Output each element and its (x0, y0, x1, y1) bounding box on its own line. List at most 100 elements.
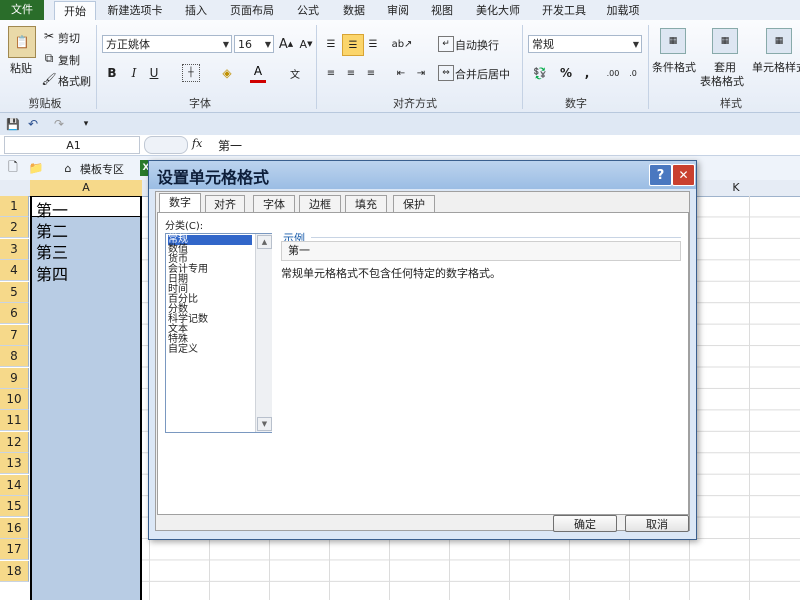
align-center-icon[interactable]: ≡ (342, 64, 360, 82)
cell-a4[interactable]: 第四 (36, 261, 68, 285)
tab-font[interactable]: 字体 (253, 195, 295, 212)
copy-icon[interactable]: ⧉ (42, 51, 56, 65)
close-icon[interactable]: ✕ (672, 164, 695, 186)
category-list[interactable]: 常规 数值 货币 会计专用 日期 时间 百分比 分数 科学记数 文本 特殊 自定… (165, 233, 272, 433)
row-header[interactable]: 16 (0, 517, 29, 539)
table-format-icon[interactable]: ▦ (712, 28, 738, 54)
wrap-text-icon[interactable]: ↵ (438, 36, 454, 52)
insert-function-button[interactable]: fx (192, 137, 202, 150)
save-icon[interactable]: 💾 (6, 117, 20, 131)
row-header[interactable]: 13 (0, 453, 29, 475)
fill-color-icon[interactable]: ◈ (218, 64, 236, 82)
cut-button[interactable]: 剪切 (58, 30, 80, 46)
row-header[interactable]: 11 (0, 410, 29, 432)
row-header[interactable]: 5 (0, 281, 29, 303)
help-button[interactable]: ? (649, 164, 672, 186)
cell-styles-icon[interactable]: ▦ (766, 28, 792, 54)
underline-button[interactable]: U (146, 64, 162, 82)
tab-file[interactable]: 文件 (0, 0, 44, 20)
tab-insert[interactable]: 插入 (178, 1, 214, 20)
ok-button[interactable]: 确定 (553, 515, 617, 532)
row-header[interactable]: 14 (0, 474, 29, 496)
category-scrollbar[interactable]: ▲ ▼ (255, 234, 272, 432)
row-header[interactable]: 18 (0, 560, 29, 582)
orientation-icon[interactable]: ab↗ (392, 35, 413, 53)
table-format-label-2[interactable]: 表格格式 (700, 73, 744, 89)
align-left-icon[interactable]: ≡ (322, 64, 340, 82)
merge-center-icon[interactable]: ⇔ (438, 65, 454, 81)
tab-developer[interactable]: 开发工具 (536, 1, 592, 20)
category-item[interactable]: 自定义 (168, 345, 198, 355)
number-format-select[interactable]: 常规 ▼ (528, 35, 642, 53)
tab-new[interactable]: 新建选项卡 (100, 1, 170, 20)
row-header[interactable]: 10 (0, 389, 29, 410)
redo-icon[interactable]: ↷ (52, 117, 66, 131)
tab-formulas[interactable]: 公式 (290, 1, 326, 20)
undo-icon[interactable]: ↶ (26, 117, 40, 131)
copy-button[interactable]: 复制 (58, 52, 80, 68)
wrap-text-button[interactable]: 自动换行 (455, 37, 499, 53)
cell-a3[interactable]: 第三 (36, 239, 68, 263)
bold-button[interactable]: B (104, 64, 120, 82)
name-box[interactable]: A1 (4, 136, 140, 154)
align-bottom-icon[interactable]: ☰ (364, 35, 382, 53)
tab-review[interactable]: 审阅 (380, 1, 416, 20)
formula-input[interactable]: 第一 (218, 137, 242, 154)
comma-button[interactable]: , (580, 64, 594, 82)
row-header[interactable]: 1 (0, 196, 29, 217)
row-header[interactable]: 8 (0, 346, 29, 368)
paste-button[interactable]: 粘贴 (10, 60, 32, 76)
currency-icon[interactable]: 💱 (530, 64, 550, 82)
grow-font-icon[interactable]: A ▲ (278, 35, 294, 53)
new-file-icon[interactable]: 🗋 (6, 160, 20, 176)
tab-data[interactable]: 数据 (336, 1, 372, 20)
decrease-indent-icon[interactable]: ⇤ (392, 64, 410, 82)
customize-qat-icon[interactable]: ▾ (80, 117, 92, 131)
tab-view[interactable]: 视图 (424, 1, 460, 20)
row-header[interactable]: 7 (0, 324, 29, 346)
format-painter-icon[interactable]: 🖌 (41, 72, 56, 86)
tab-number[interactable]: 数字 (159, 193, 201, 213)
dialog-title-bar[interactable]: 设置单元格格式 ? ✕ (149, 161, 696, 189)
tab-page-layout[interactable]: 页面布局 (224, 1, 280, 20)
increase-indent-icon[interactable]: ⇥ (412, 64, 430, 82)
align-top-icon[interactable]: ☰ (322, 35, 340, 53)
tab-alignment[interactable]: 对齐 (205, 195, 245, 212)
font-name-select[interactable]: 方正姚体 ▼ (102, 35, 232, 53)
row-header[interactable]: 17 (0, 539, 29, 560)
format-painter-button[interactable]: 格式刷 (58, 73, 91, 89)
tab-fill[interactable]: 填充 (345, 195, 387, 212)
row-header[interactable]: 15 (0, 496, 29, 518)
column-header-a[interactable]: A (30, 180, 142, 196)
folder-icon[interactable]: 📁 (28, 160, 44, 176)
shrink-font-icon[interactable]: A ▼ (298, 35, 314, 53)
conditional-format-icon[interactable]: ▦ (660, 28, 686, 54)
row-header[interactable]: 6 (0, 303, 29, 325)
home-icon[interactable]: ⌂ (60, 160, 76, 176)
cancel-button[interactable]: 取消 (625, 515, 689, 532)
decrease-decimal-icon[interactable]: .0 (624, 64, 642, 82)
font-color-button[interactable]: A (250, 62, 266, 83)
font-size-select[interactable]: 16 ▼ (234, 35, 274, 53)
row-header[interactable]: 2 (0, 217, 29, 239)
italic-button[interactable]: I (126, 64, 142, 82)
column-header-k[interactable]: K (706, 180, 766, 196)
row-header[interactable]: 4 (0, 260, 29, 282)
tab-border[interactable]: 边框 (299, 195, 341, 212)
increase-decimal-icon[interactable]: .00 (604, 64, 622, 82)
conditional-format-button[interactable]: 条件格式 (652, 59, 696, 75)
scroll-up-icon[interactable]: ▲ (257, 235, 272, 249)
align-middle-icon[interactable]: ☰ (342, 34, 364, 56)
merge-center-button[interactable]: 合并后居中 (455, 66, 510, 82)
align-right-icon[interactable]: ≡ (362, 64, 380, 82)
scissors-icon[interactable]: ✂ (42, 29, 56, 43)
row-header[interactable]: 12 (0, 431, 29, 453)
row-header[interactable]: 3 (0, 238, 29, 260)
scroll-down-icon[interactable]: ▼ (257, 417, 272, 431)
tab-beautify[interactable]: 美化大师 (470, 1, 526, 20)
paste-icon[interactable]: 📋 (8, 26, 36, 58)
percent-button[interactable]: % (558, 64, 574, 82)
phonetic-icon[interactable]: 文 (284, 64, 306, 82)
tab-protection[interactable]: 保护 (393, 195, 435, 212)
border-icon[interactable]: ┼ (182, 64, 200, 82)
